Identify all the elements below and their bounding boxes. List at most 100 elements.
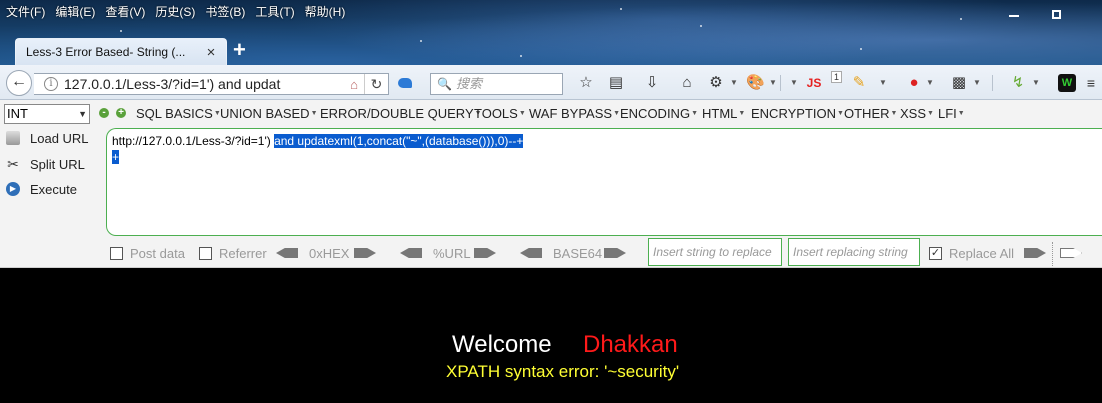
type-select[interactable]: INT ▼ — [4, 104, 90, 124]
menu-label: WAF BYPASS — [529, 106, 613, 121]
replace-icon[interactable] — [1024, 248, 1046, 258]
user-name: Dhakkan — [583, 331, 678, 358]
chevron-down-icon[interactable]: ▼ — [730, 78, 738, 87]
menu-edit[interactable]: 编辑(E) — [49, 3, 99, 20]
replace-all-checkbox[interactable]: ✓ — [929, 247, 942, 260]
replace-all-label: Replace All — [949, 246, 1015, 261]
load-url-button[interactable]: Load URL — [0, 127, 100, 149]
javascript-icon[interactable]: JS — [805, 74, 823, 92]
scissors-icon: ✂ — [7, 156, 19, 172]
menu-encryption[interactable]: ENCRYPTION▼ — [751, 106, 844, 121]
new-tab-button[interactable]: + — [233, 39, 246, 61]
chevron-down-icon[interactable]: ▼ — [1032, 78, 1040, 87]
pencil-icon[interactable]: ✎ — [850, 74, 868, 92]
replace-with-input[interactable]: Insert replacing string — [788, 238, 920, 266]
search-engine-icon[interactable] — [398, 78, 412, 88]
menu-html[interactable]: HTML▼ — [702, 106, 745, 121]
tab-title: Less-3 Error Based- String (... — [26, 45, 186, 59]
tab-active[interactable]: Less-3 Error Based- String (... × — [15, 38, 227, 65]
url-encode-label: %URL — [433, 246, 471, 261]
hex-encode-icon[interactable] — [354, 248, 376, 258]
referrer-label: Referrer — [219, 246, 267, 261]
shield-icon[interactable]: W — [1058, 74, 1076, 92]
url-text-selected-line2: + — [112, 150, 120, 164]
download-icon[interactable]: ⇩ — [643, 74, 661, 92]
chevron-down-icon[interactable]: ▼ — [879, 78, 887, 87]
url-encode-icon[interactable] — [474, 248, 496, 258]
bookmark-star-icon[interactable]: ☆ — [577, 74, 595, 92]
search-input[interactable] — [455, 76, 556, 92]
menu-label: XSS — [900, 106, 927, 121]
menu-file[interactable]: 文件(F) — [0, 3, 49, 20]
menubar: 文件(F) 编辑(E) 查看(V) 历史(S) 书签(B) 工具(T) 帮助(H… — [0, 2, 349, 20]
replace-next-icon[interactable] — [1060, 248, 1082, 258]
separator — [992, 75, 993, 91]
url-decode-icon[interactable] — [400, 248, 422, 258]
hackbar-panel: INT ▼ - + SQL BASICS▼ UNION BASED▼ ERROR… — [0, 100, 1102, 268]
error-message: XPATH syntax error: '~security' — [446, 362, 680, 381]
home-page-icon[interactable]: ⌂ — [344, 77, 364, 92]
chevron-down-icon[interactable]: ▼ — [973, 78, 981, 87]
menu-bookmarks[interactable]: 书签(B) — [199, 3, 249, 20]
minimize-button[interactable] — [1007, 8, 1021, 22]
web-developer-icon[interactable]: ⚙ — [707, 74, 725, 92]
url-text-plain: http://127.0.0.1/Less-3/?id=1') — [112, 134, 275, 148]
url-bar[interactable]: i 127.0.0.1/Less-3/?id=1') and updat ⌂ ↻ — [34, 73, 389, 95]
chevron-down-icon[interactable]: ▼ — [769, 78, 777, 87]
base64-decode-icon[interactable] — [520, 248, 542, 258]
menu-tools[interactable]: 工具(T) — [249, 3, 298, 20]
replace-find-input[interactable]: Insert string to replace — [648, 238, 782, 266]
menu-label: HTML — [702, 106, 738, 121]
palette-icon[interactable]: 🎨 — [746, 74, 765, 92]
navigation-toolbar: ← i 127.0.0.1/Less-3/?id=1') and updat ⌂… — [0, 65, 1102, 100]
decrease-icon[interactable]: - — [99, 108, 109, 118]
menu-label: UNION BASED — [220, 106, 310, 121]
reload-button[interactable]: ↻ — [364, 74, 388, 94]
menu-view[interactable]: 查看(V) — [99, 3, 149, 20]
menu-label: OTHER — [844, 106, 890, 121]
type-select-value: INT — [7, 106, 28, 121]
menu-tools[interactable]: TOOLS▼ — [474, 106, 526, 121]
menu-xss[interactable]: XSS▼ — [900, 106, 934, 121]
maximize-button[interactable] — [1052, 10, 1061, 19]
menu-error-double-query[interactable]: ERROR/DOUBLE QUERY▼ — [320, 106, 482, 121]
info-icon[interactable]: i — [44, 77, 58, 91]
menu-other[interactable]: OTHER▼ — [844, 106, 897, 121]
js-count-badge: 1 — [831, 71, 843, 83]
chevron-down-icon[interactable]: ▼ — [926, 78, 934, 87]
search-box[interactable]: 🔍 — [430, 73, 563, 95]
hackbar-options: Post data Referrer 0xHEX %URL BASE64 ✓ R… — [0, 240, 1102, 268]
record-icon[interactable]: ● — [905, 74, 923, 92]
extension-icon[interactable]: ▩ — [950, 74, 968, 92]
menu-waf-bypass[interactable]: WAF BYPASS▼ — [529, 106, 620, 121]
menu-icon[interactable]: ≡ — [1082, 74, 1100, 92]
load-url-icon — [6, 131, 20, 145]
split-url-button[interactable]: ✂ Split URL — [0, 153, 100, 175]
sync-icon[interactable]: ↯ — [1009, 74, 1027, 92]
menu-label: SQL BASICS — [136, 106, 213, 121]
menu-label: ENCODING — [620, 106, 691, 121]
menu-history[interactable]: 历史(S) — [149, 3, 199, 20]
execute-button[interactable]: ▶ Execute — [0, 178, 100, 200]
menu-help[interactable]: 帮助(H) — [299, 3, 350, 20]
menu-label: ENCRYPTION — [751, 106, 836, 121]
increase-icon[interactable]: + — [116, 108, 126, 118]
chevron-down-icon[interactable]: ▼ — [790, 78, 798, 87]
url-text[interactable]: 127.0.0.1/Less-3/?id=1') and updat — [64, 76, 344, 92]
hex-decode-icon[interactable] — [276, 248, 298, 258]
menu-sql-basics[interactable]: SQL BASICS▼ — [136, 106, 221, 121]
url-textarea[interactable]: http://127.0.0.1/Less-3/?id=1') and upda… — [106, 128, 1102, 236]
back-button[interactable]: ← — [6, 70, 32, 96]
menu-lfi[interactable]: LFI▼ — [938, 106, 965, 121]
close-tab-icon[interactable]: × — [204, 44, 218, 61]
post-data-checkbox[interactable] — [110, 247, 123, 260]
menu-encoding[interactable]: ENCODING▼ — [620, 106, 698, 121]
referrer-checkbox[interactable] — [199, 247, 212, 260]
base64-encode-icon[interactable] — [604, 248, 626, 258]
chevron-down-icon: ▼ — [78, 109, 87, 119]
split-url-label: Split URL — [30, 156, 85, 172]
execute-label: Execute — [30, 181, 77, 197]
menu-union-based[interactable]: UNION BASED▼ — [220, 106, 318, 121]
home-icon[interactable]: ⌂ — [678, 74, 696, 92]
reading-list-icon[interactable]: ▤ — [607, 74, 625, 92]
